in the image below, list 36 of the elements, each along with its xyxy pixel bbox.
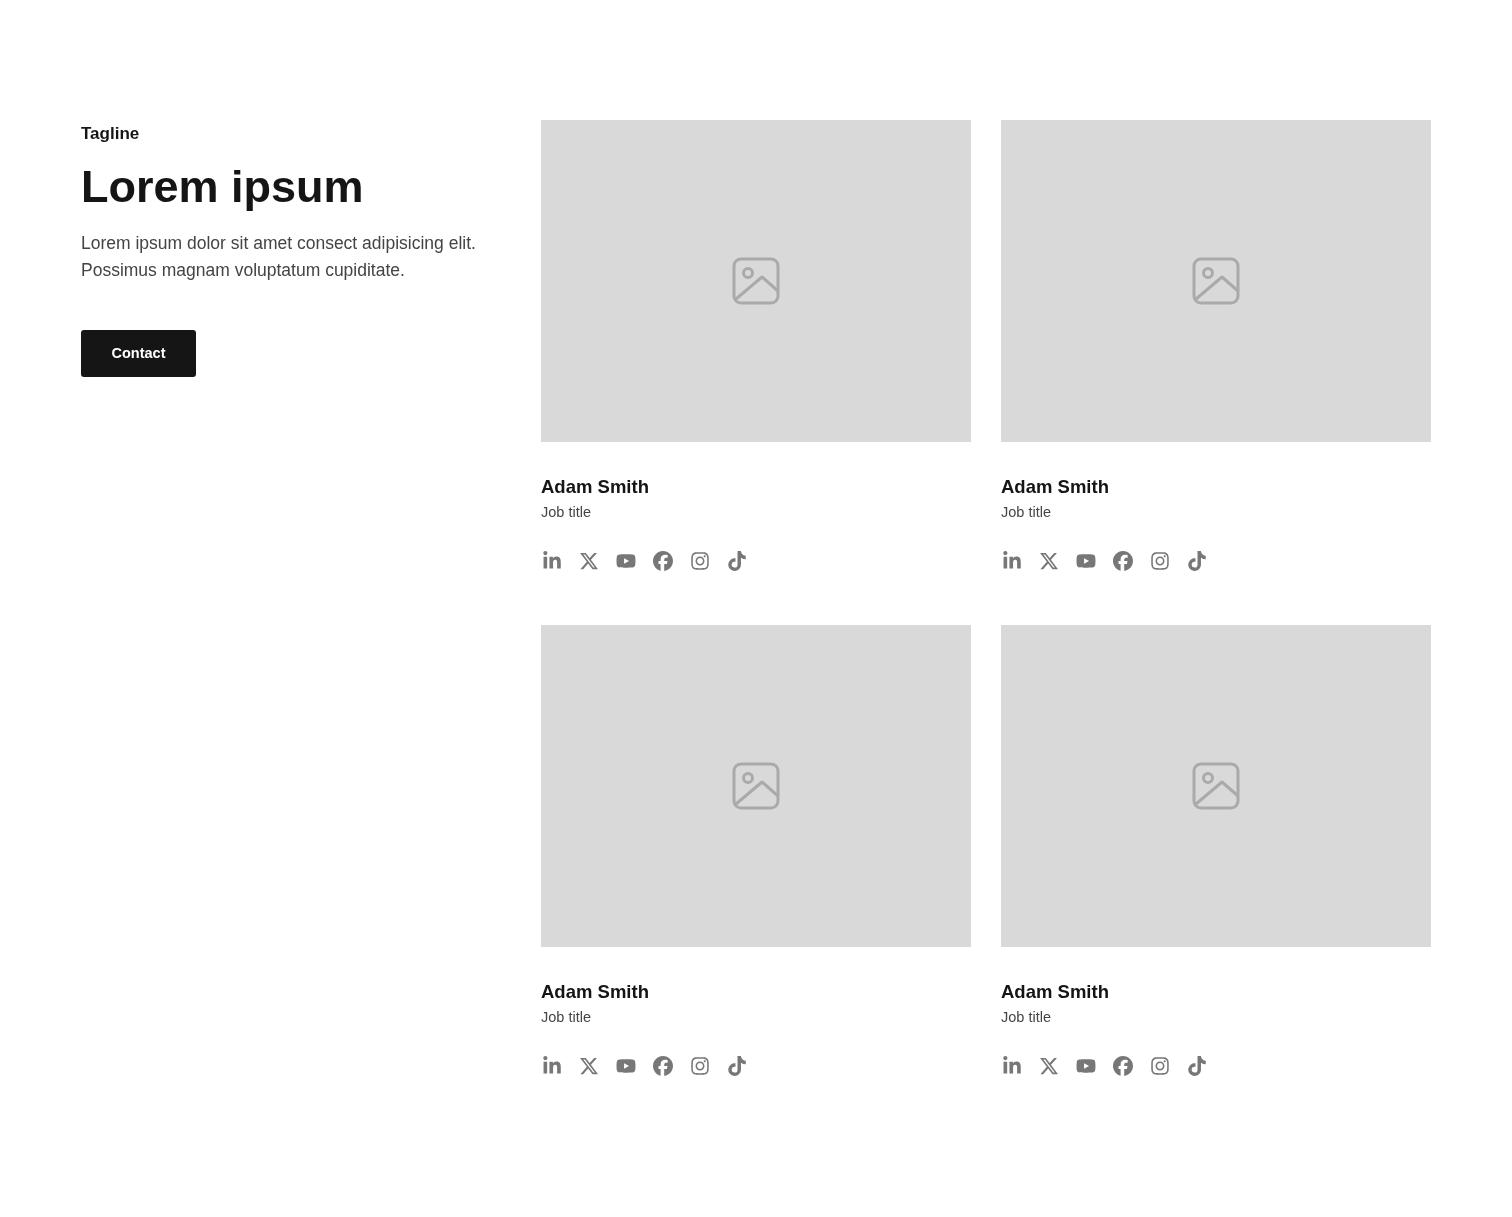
facebook-icon[interactable] [652,1055,673,1076]
facebook-icon[interactable] [652,550,673,571]
x-icon[interactable] [578,550,599,571]
instagram-icon[interactable] [689,1055,710,1076]
image-icon [732,762,780,810]
linkedin-icon[interactable] [1001,1055,1022,1076]
tiktok-icon[interactable] [1186,550,1207,571]
member-name: Adam Smith [541,981,650,1003]
tiktok-icon[interactable] [726,550,747,571]
job-title: Job title [541,1009,592,1025]
tiktok-icon[interactable] [726,1055,747,1076]
x-icon[interactable] [578,1055,599,1076]
tiktok-icon[interactable] [1186,1055,1207,1076]
image-icon [1192,257,1240,305]
job-title: Job title [1001,504,1052,520]
image-icon [1192,762,1240,810]
facebook-icon[interactable] [1112,1055,1133,1076]
linkedin-icon[interactable] [1001,550,1022,571]
member-name: Adam Smith [541,476,650,498]
description: Lorem ipsum dolor sit amet consect adipisicing elit. Possimus magnam voluptatum cupiditate. [81,231,477,282]
facebook-icon[interactable] [1112,550,1133,571]
job-title: Job title [1001,1009,1052,1025]
linkedin-icon[interactable] [541,1055,562,1076]
instagram-icon[interactable] [689,550,710,571]
job-title: Job title [541,504,592,520]
heading: Lorem ipsum [81,162,365,212]
instagram-icon[interactable] [1149,550,1170,571]
linkedin-icon[interactable] [541,550,562,571]
tagline: Tagline [81,124,141,144]
instagram-icon[interactable] [1149,1055,1170,1076]
contact-button[interactable]: Contact [81,329,196,377]
member-name: Adam Smith [1001,476,1110,498]
x-icon[interactable] [1038,550,1059,571]
image-icon [732,257,780,305]
x-icon[interactable] [1038,1055,1059,1076]
member-name: Adam Smith [1001,981,1110,1003]
